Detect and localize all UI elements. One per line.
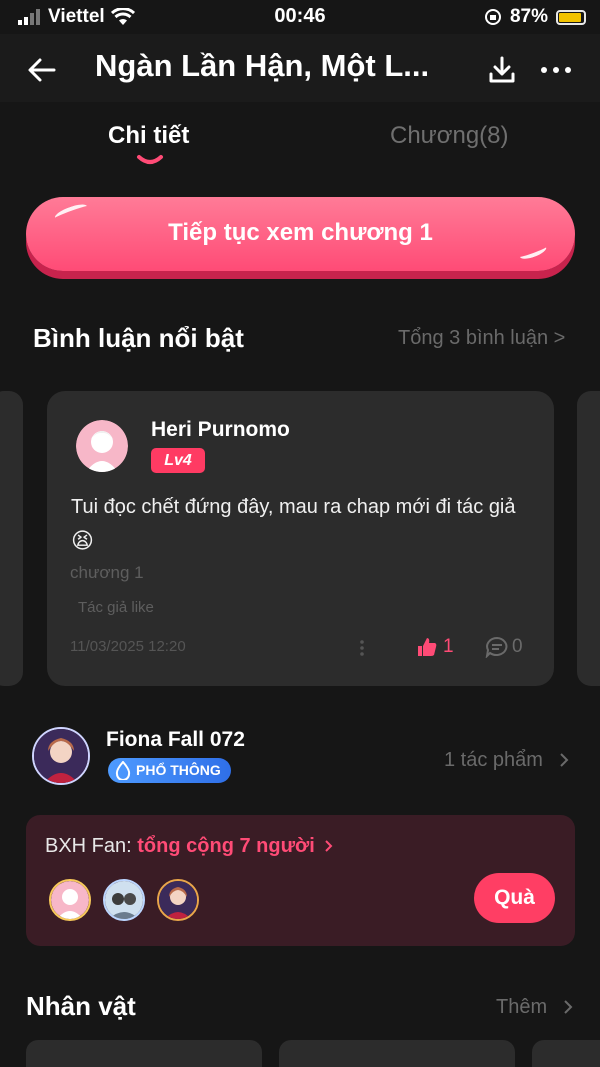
author-like-tag: Tác giả like xyxy=(78,599,154,616)
level-badge: Lv4 xyxy=(151,448,205,473)
download-icon[interactable] xyxy=(484,52,520,88)
next-comment-card[interactable] xyxy=(577,391,600,686)
lock-rotation-icon xyxy=(484,9,501,25)
chevron-right-icon xyxy=(563,1000,573,1014)
comment-timestamp: 11/03/2025 12:20 xyxy=(70,638,186,655)
comment-chapter: chương 1 xyxy=(70,563,144,582)
status-bar: Viettel 00:46 87% xyxy=(0,0,600,34)
chevron-right-icon xyxy=(325,840,333,852)
battery-percent: 87% xyxy=(509,6,548,27)
emoji-icon: 😫 xyxy=(71,528,94,553)
comment-options-icon[interactable] xyxy=(357,638,367,658)
reply-count: 0 xyxy=(512,636,523,657)
gift-button[interactable]: Quà xyxy=(474,873,555,923)
back-arrow-icon[interactable] xyxy=(24,52,60,88)
chevron-right-icon xyxy=(559,753,568,767)
fan-ranking-row[interactable]: BXH Fan: tổng cộng 7 người xyxy=(45,835,333,858)
total-comments-link[interactable]: Tổng 3 bình luận > xyxy=(398,327,565,350)
battery-icon xyxy=(556,9,586,25)
fan-avatar-3[interactable] xyxy=(157,879,199,921)
author-rank-badge: PHỔ THÔNG xyxy=(108,758,231,783)
drop-icon xyxy=(115,761,131,780)
fan-ranking-label: BXH Fan: xyxy=(45,835,132,857)
continue-reading-label: Tiếp tục xem chương 1 xyxy=(168,219,433,246)
tab-details[interactable]: Chi tiết xyxy=(108,122,189,150)
author-works-link[interactable]: 1 tác phẩm xyxy=(444,749,569,772)
featured-comments-title: Bình luận nổi bật xyxy=(33,323,244,353)
author-avatar[interactable] xyxy=(32,727,90,785)
previous-comment-card[interactable] xyxy=(0,391,23,686)
commenter-avatar[interactable] xyxy=(76,420,128,472)
top-navigation-bar: Ngàn Lần Hận, Một L... xyxy=(0,34,600,102)
character-card[interactable] xyxy=(26,1040,262,1067)
fan-ranking-box: BXH Fan: tổng cộng 7 người Quà xyxy=(26,815,575,946)
characters-more-link[interactable]: Thêm xyxy=(496,996,573,1019)
comment-icon[interactable] xyxy=(485,636,509,658)
author-name[interactable]: Fiona Fall 072 xyxy=(106,728,245,752)
fan-count-link[interactable]: tổng cộng 7 người xyxy=(137,835,315,857)
comment-text: Tui đọc chết đứng đây, mau ra chap mới đ… xyxy=(71,496,516,553)
fan-avatar-1[interactable] xyxy=(49,879,91,921)
tab-chapters[interactable]: Chương(8) xyxy=(390,122,509,150)
characters-title: Nhân vật xyxy=(26,991,136,1021)
more-dots-icon[interactable] xyxy=(536,52,576,88)
commenter-name[interactable]: Heri Purnomo xyxy=(151,418,290,442)
character-card[interactable] xyxy=(279,1040,515,1067)
fan-avatar-2[interactable] xyxy=(103,879,145,921)
active-tab-indicator xyxy=(137,155,163,164)
like-count: 1 xyxy=(443,636,454,657)
continue-reading-button[interactable]: Tiếp tục xem chương 1 xyxy=(26,197,575,271)
page-title: Ngàn Lần Hận, Một L... xyxy=(95,48,430,83)
thumb-up-icon[interactable] xyxy=(416,636,438,658)
character-card[interactable] xyxy=(532,1040,600,1067)
comment-card[interactable]: Heri Purnomo Lv4 Tui đọc chết đứng đây, … xyxy=(47,391,554,686)
